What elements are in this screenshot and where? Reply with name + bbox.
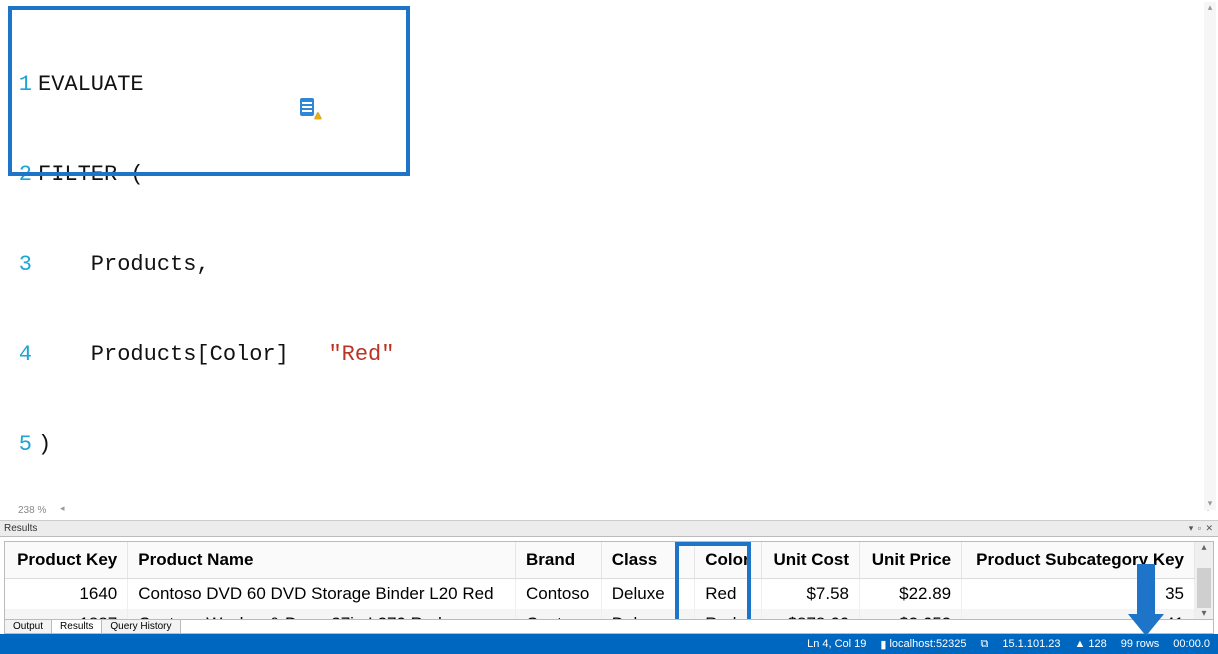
col-class[interactable]: Class (601, 542, 694, 579)
code-text: ) (38, 430, 51, 460)
cell-unit-price: $22.89 (860, 579, 962, 610)
code-text: Products, (38, 250, 210, 280)
results-panel-title: Results (4, 523, 37, 534)
table-row[interactable]: 1887Contoso Washer & Dryer 27in L270 Red… (5, 609, 1195, 619)
results-table[interactable]: Product Key Product Name Brand Class Col… (5, 542, 1195, 619)
status-elapsed: 00:00.0 (1173, 638, 1210, 650)
cell-subcategory-key: 41 (962, 609, 1195, 619)
cell-subcategory-key: 35 (962, 579, 1195, 610)
code-text: Products[Color] (38, 342, 302, 367)
scroll-thumb[interactable] (1197, 568, 1211, 608)
cell-class: Deluxe (601, 579, 694, 610)
cell-product-key: 1640 (5, 579, 128, 610)
col-subcategory-key[interactable]: Product Subcategory Key (962, 542, 1195, 579)
panel-dock-controls[interactable]: ▾ ▫ ✕ (1189, 523, 1214, 534)
user-icon: ▲ (1075, 638, 1086, 650)
col-product-name[interactable]: Product Name (128, 542, 516, 579)
status-caret-pos: Ln 4, Col 19 (807, 638, 866, 650)
col-brand[interactable]: Brand (515, 542, 601, 579)
results-grid-wrap: Product Key Product Name Brand Class Col… (4, 541, 1214, 620)
scroll-up-icon[interactable]: ▴ (1195, 542, 1213, 554)
col-unit-cost[interactable]: Unit Cost (761, 542, 859, 579)
server-icon: ▮ (880, 638, 886, 651)
table-header-row: Product Key Product Name Brand Class Col… (5, 542, 1195, 579)
results-panel-header: Results ▾ ▫ ✕ (0, 521, 1218, 537)
code-keyword: EVALUATE (38, 70, 144, 100)
col-unit-price[interactable]: Unit Price (860, 542, 962, 579)
tab-results[interactable]: Results (52, 620, 102, 633)
intellisense-icon: ▲ (300, 98, 322, 118)
status-bar: Ln 4, Col 19 ▮localhost:52325 ⧉ 15.1.101… (0, 634, 1218, 654)
cell-unit-cost: $878.66 (761, 609, 859, 619)
cell-brand: Contoso (515, 579, 601, 610)
scroll-down-icon[interactable]: ▾ (1204, 498, 1216, 510)
cell-product-name: Contoso Washer & Dryer 27in L270 Red (128, 609, 516, 619)
line-number: 4 (0, 340, 38, 370)
grid-vscrollbar[interactable]: ▴ ▾ (1195, 542, 1213, 619)
code-text: Products[Color] "Red" (38, 340, 394, 370)
line-number: 3 (0, 250, 38, 280)
col-product-key[interactable]: Product Key (5, 542, 128, 579)
status-server: ▮localhost:52325 (880, 638, 966, 651)
editor-vscrollbar[interactable]: ▴ ▾ (1204, 2, 1216, 510)
line-number: 5 (0, 430, 38, 460)
cell-unit-price: $2,652 (860, 609, 962, 619)
scroll-up-icon[interactable]: ▴ (1204, 2, 1216, 14)
cell-class: Deluxe (601, 609, 694, 619)
table-row[interactable]: 1640Contoso DVD 60 DVD Storage Binder L2… (5, 579, 1195, 610)
bottom-tabs: Output Results Query History (4, 620, 1214, 634)
status-row-count: 99 rows (1121, 638, 1160, 650)
status-ip: 15.1.101.23 (1002, 638, 1060, 650)
zoom-indicator[interactable]: 238 % (18, 505, 46, 516)
code-string: "Red" (328, 342, 394, 367)
cell-color: Red (695, 579, 762, 610)
cell-color: Red (695, 609, 762, 619)
line-number: 1 (0, 70, 38, 100)
cell-product-key: 1887 (5, 609, 128, 619)
col-color[interactable]: Color (695, 542, 762, 579)
status-users: ▲128 (1075, 638, 1107, 650)
cell-brand: Contoso (515, 609, 601, 619)
dax-code[interactable]: 1EVALUATE 2FILTER ( 3 Products, 4 Produc… (0, 0, 1218, 520)
tab-output[interactable]: Output (5, 620, 52, 633)
line-number: 2 (0, 160, 38, 190)
code-keyword: FILTER ( (38, 160, 144, 190)
hscroll-left-button[interactable]: ◂ (60, 503, 65, 514)
cell-product-name: Contoso DVD 60 DVD Storage Binder L20 Re… (128, 579, 516, 610)
code-editor-pane[interactable]: ▲ 1EVALUATE 2FILTER ( 3 Products, 4 Prod… (0, 0, 1218, 521)
cell-unit-cost: $7.58 (761, 579, 859, 610)
tab-query-history[interactable]: Query History (102, 620, 180, 633)
status-copy-icon[interactable]: ⧉ (981, 638, 989, 651)
scroll-down-icon[interactable]: ▾ (1195, 608, 1213, 620)
